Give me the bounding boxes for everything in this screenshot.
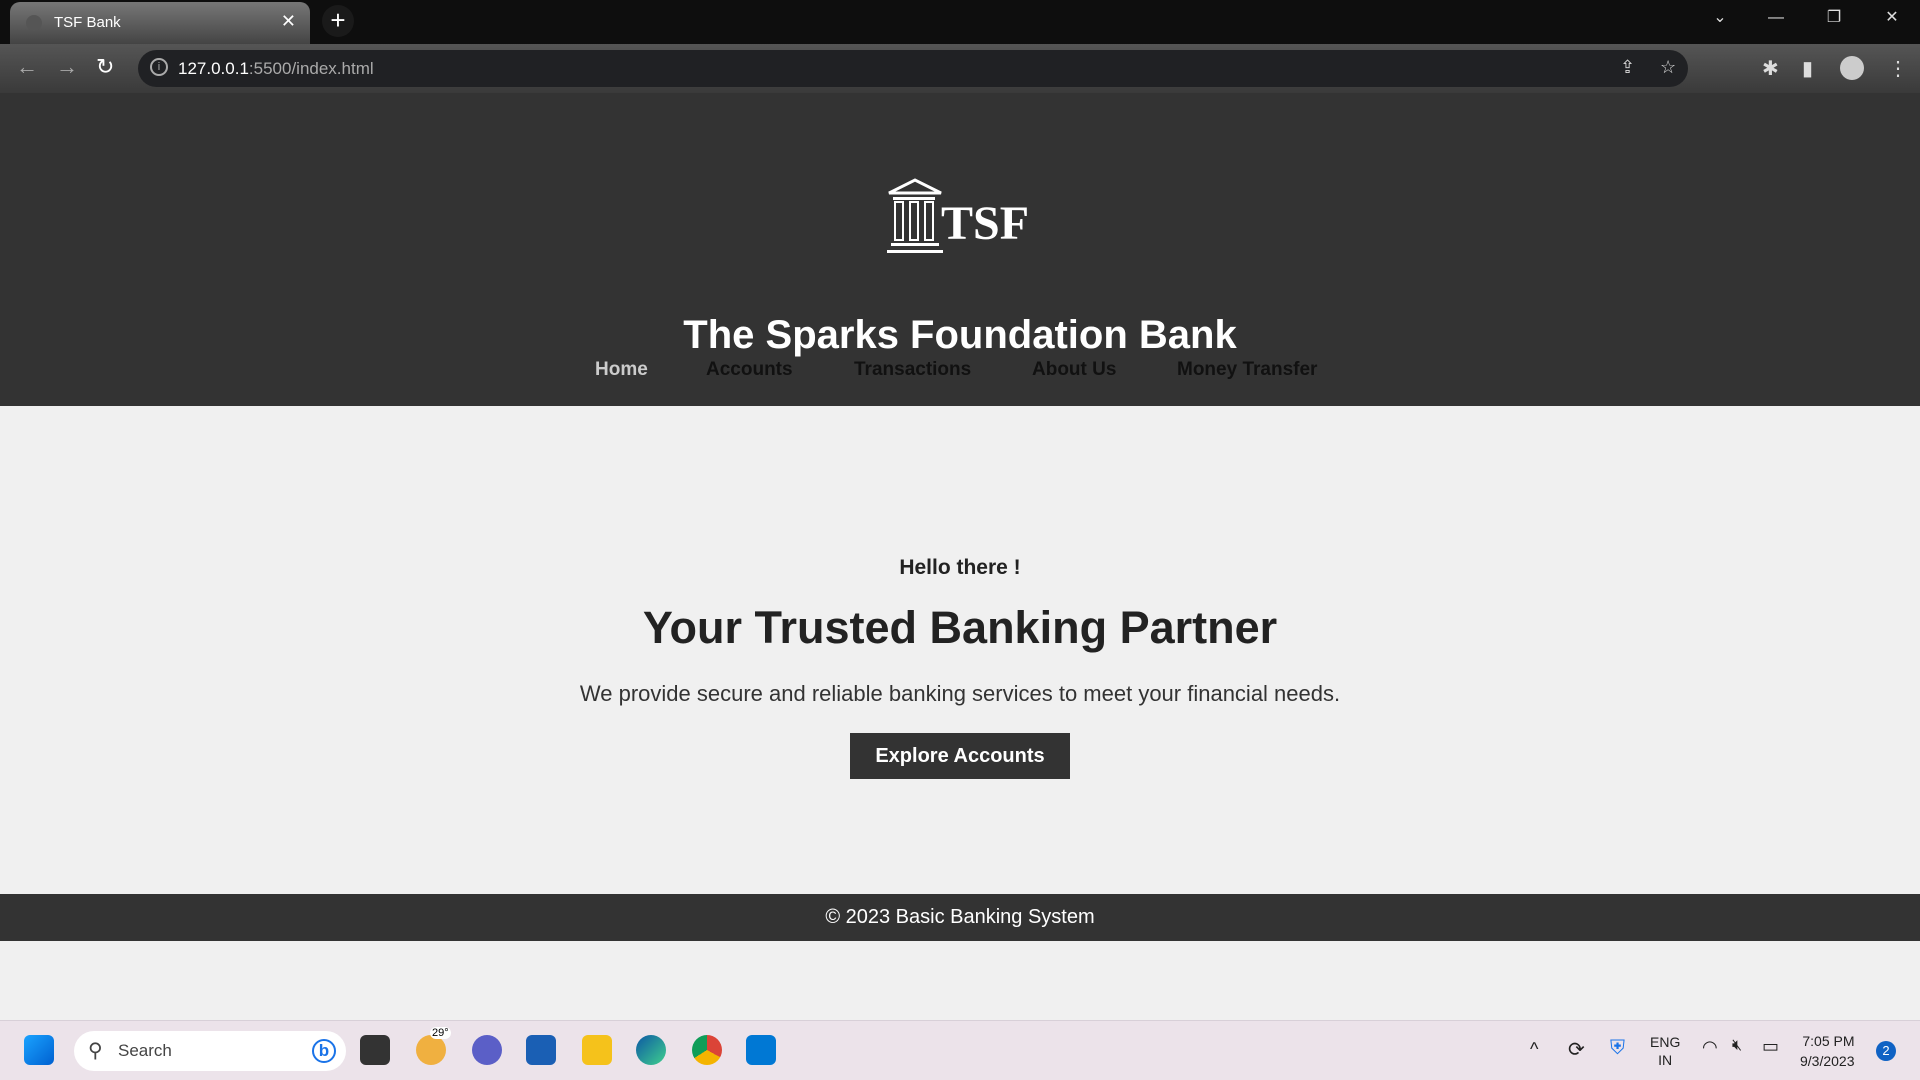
sync-icon[interactable]: ⟳ [1568,1037,1585,1062]
nav-transactions[interactable]: Transactions [854,359,971,381]
wifi-icon[interactable]: ◠ [1702,1037,1718,1058]
windows-start-icon[interactable] [24,1035,54,1065]
task-view-icon[interactable] [360,1035,390,1065]
profile-avatar[interactable] [1840,56,1864,80]
url-path: :5500/index.html [248,59,374,78]
share-icon[interactable]: ⇪ [1620,57,1635,78]
greeting: Hello there ! [899,556,1021,579]
tab-bar: TSF Bank ✕ + ⌄ — ❐ ✕ [0,0,1920,44]
nav-accounts[interactable]: Accounts [706,359,793,381]
bookmark-star-icon[interactable]: ☆ [1660,57,1676,78]
info-icon[interactable]: i [150,58,168,76]
language-indicator[interactable]: ENG IN [1650,1033,1680,1069]
file-explorer-icon[interactable] [582,1035,612,1065]
site-header: TSF The Sparks Foundation Bank Home Acco… [0,93,1920,406]
taskbar: ⚲ Search b 29° ^ ⟳ ⛨ ENG IN ◠ 🔇︎ ▭ 7:05 P… [0,1020,1920,1080]
forward-icon[interactable]: → [56,54,78,80]
tab-title: TSF Bank [54,14,121,31]
bank-logo: TSF [887,178,1029,253]
notification-badge[interactable]: 2 [1876,1041,1896,1061]
url-host: 127.0.0.1 [178,59,249,78]
mute-icon[interactable]: 🔇︎ [1732,1037,1742,1055]
back-icon[interactable]: ← [16,54,38,80]
tab-search-icon[interactable]: ⌄ [1692,0,1748,36]
new-tab-button[interactable]: + [322,5,354,37]
clock[interactable]: 7:05 PM 9/3/2023 [1800,1031,1855,1071]
browser-toolbar: ← → ↻ i 127.0.0.1:5500/index.html ☆ ⇪ ✱ … [0,44,1920,93]
search-icon: ⚲ [88,1040,103,1062]
extensions-icon[interactable]: ✱ [1762,56,1779,81]
nav-home[interactable]: Home [595,359,648,381]
footer: © 2023 Basic Banking System [0,894,1920,941]
chat-icon[interactable] [472,1035,502,1065]
globe-icon [26,15,42,31]
store-icon[interactable] [526,1035,556,1065]
chrome-icon[interactable] [692,1035,722,1065]
menu-icon[interactable]: ⋮ [1888,56,1908,81]
address-bar[interactable]: i 127.0.0.1:5500/index.html ☆ ⇪ [138,50,1688,87]
browser-tab[interactable]: TSF Bank ✕ [10,2,310,44]
battery-icon[interactable]: ▭ [1762,1036,1779,1057]
restore-button[interactable]: ❐ [1806,0,1862,36]
chevron-up-icon[interactable]: ^ [1530,1039,1538,1060]
minimize-button[interactable]: — [1748,0,1804,36]
weather-icon[interactable]: 29° [416,1027,451,1065]
close-window-button[interactable]: ✕ [1864,0,1920,36]
bing-icon[interactable]: b [312,1039,336,1063]
taskbar-search[interactable]: ⚲ Search b [74,1031,346,1071]
weather-temp: 29° [430,1027,451,1039]
svg-text:TSF: TSF [941,197,1029,250]
site-title: The Sparks Foundation Bank [683,313,1237,357]
side-panel-icon[interactable]: ▮ [1802,56,1813,81]
security-shield-icon[interactable]: ⛨ [1610,1037,1625,1060]
search-placeholder: Search [118,1041,172,1060]
nav-money-transfer[interactable]: Money Transfer [1177,359,1317,381]
vscode-icon[interactable] [746,1035,776,1065]
reload-icon[interactable]: ↻ [96,54,114,80]
explore-accounts-button[interactable]: Explore Accounts [850,733,1070,779]
nav-about-us[interactable]: About Us [1032,359,1116,381]
headline: Your Trusted Banking Partner [642,602,1278,653]
close-tab-icon[interactable]: ✕ [281,11,296,32]
description: We provide secure and reliable banking s… [579,681,1341,706]
edge-icon[interactable] [636,1035,666,1065]
